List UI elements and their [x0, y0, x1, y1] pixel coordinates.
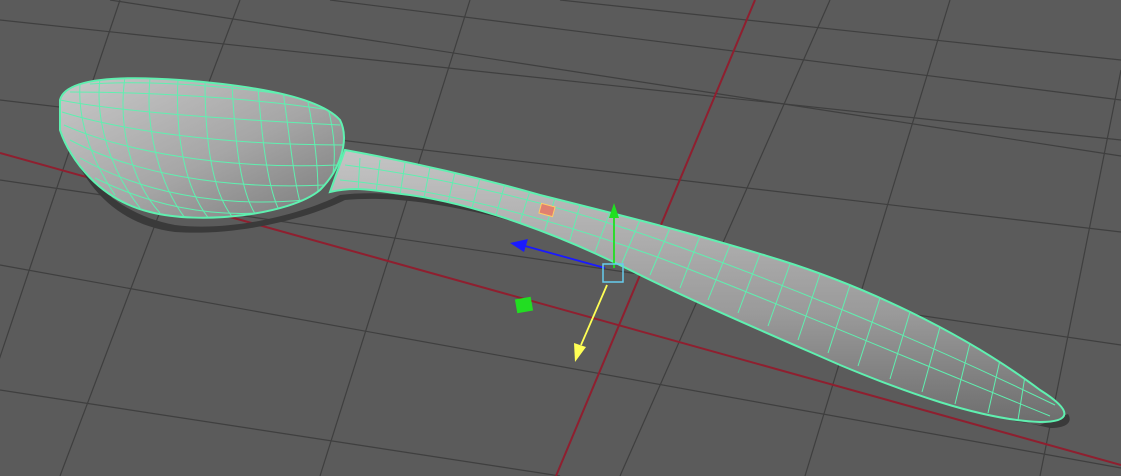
z-axis-arrow-icon[interactable] [510, 239, 528, 252]
spoon-mesh[interactable] [59, 77, 1070, 428]
viewport-canvas[interactable] [0, 0, 1121, 476]
3d-viewport[interactable] [0, 0, 1121, 476]
x-axis-arrow-icon[interactable] [574, 343, 586, 362]
manipulator-center-handle[interactable] [602, 263, 624, 283]
xz-plane-handle[interactable] [514, 296, 534, 314]
spoon-handle[interactable] [328, 148, 1066, 424]
y-axis-arrow-icon[interactable] [609, 203, 619, 218]
